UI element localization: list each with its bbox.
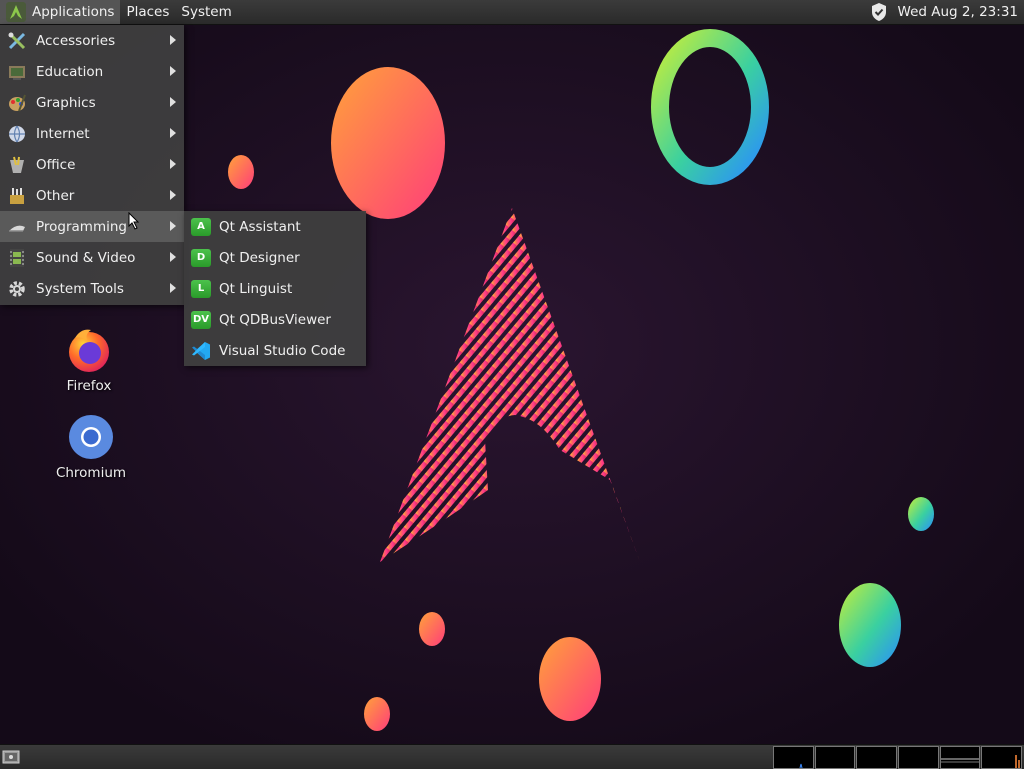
- disk-graph: [981, 746, 1023, 769]
- submenu-arrow-icon: [170, 35, 176, 45]
- menu-item-sound-video[interactable]: Sound & Video: [0, 242, 184, 273]
- menu-item-label: Accessories: [36, 32, 116, 49]
- office-icon: [7, 155, 27, 175]
- menu-item-label: Graphics: [36, 94, 96, 111]
- graphics-icon: [7, 93, 27, 113]
- submenu-arrow-icon: [170, 221, 176, 231]
- submenu-arrow-icon: [170, 252, 176, 262]
- menu-item-accessories[interactable]: Accessories: [0, 25, 184, 56]
- applications-menu-button[interactable]: Applications: [0, 0, 121, 24]
- places-label: Places: [126, 4, 170, 20]
- shield-icon[interactable]: [870, 2, 888, 22]
- qt-designer-icon: D: [191, 248, 211, 267]
- other-icon: [7, 186, 27, 206]
- qt-qdbusviewer-icon: DV: [191, 310, 211, 329]
- menu-item-office[interactable]: Office: [0, 149, 184, 180]
- sound-video-icon: [7, 248, 27, 268]
- qt-linguist-icon: L: [191, 279, 211, 298]
- internet-icon: [7, 124, 27, 144]
- menu-item-label: Office: [36, 156, 76, 173]
- submenu-arrow-icon: [170, 190, 176, 200]
- submenu-item-qt-assistant[interactable]: A Qt Assistant: [184, 211, 366, 242]
- submenu-item-qt-designer[interactable]: D Qt Designer: [184, 242, 366, 273]
- show-desktop-icon[interactable]: [2, 749, 20, 765]
- arch-logo-icon: [6, 2, 26, 22]
- education-icon: [7, 62, 27, 82]
- system-menu-button[interactable]: System: [175, 0, 237, 24]
- desktop-icon-label: Firefox: [66, 378, 112, 394]
- mouse-cursor-icon: [128, 212, 140, 230]
- menu-item-graphics[interactable]: Graphics: [0, 87, 184, 118]
- submenu-item-label: Qt Linguist: [219, 280, 293, 297]
- network-graph: [856, 746, 898, 769]
- menu-item-programming[interactable]: Programming: [0, 211, 184, 242]
- applications-label: Applications: [32, 4, 115, 20]
- submenu-arrow-icon: [170, 159, 176, 169]
- submenu-item-qt-qdbusviewer[interactable]: DV Qt QDBusViewer: [184, 304, 366, 335]
- menu-item-label: Programming: [36, 218, 127, 235]
- menu-item-system-tools[interactable]: System Tools: [0, 273, 184, 304]
- submenu-item-label: Qt Designer: [219, 249, 300, 266]
- programming-icon: [7, 217, 27, 237]
- system-label: System: [181, 4, 232, 20]
- menu-item-label: Internet: [36, 125, 90, 142]
- bottom-panel: [0, 744, 1024, 769]
- submenu-arrow-icon: [170, 97, 176, 107]
- memory-graph: [814, 746, 856, 769]
- menu-item-label: Other: [36, 187, 75, 204]
- load-graph: [939, 746, 981, 769]
- menu-item-label: Education: [36, 63, 104, 80]
- programming-submenu: A Qt Assistant D Qt Designer L Qt Lingui…: [184, 211, 366, 366]
- submenu-item-visual-studio-code[interactable]: Visual Studio Code: [184, 335, 366, 366]
- submenu-item-qt-linguist[interactable]: L Qt Linguist: [184, 273, 366, 304]
- vscode-icon: [191, 341, 211, 360]
- top-panel: Applications Places System Wed Aug 2, 23…: [0, 0, 1024, 25]
- menu-item-education[interactable]: Education: [0, 56, 184, 87]
- accessories-icon: [7, 31, 27, 51]
- submenu-item-label: Visual Studio Code: [219, 342, 346, 359]
- system-tools-icon: [7, 279, 27, 299]
- submenu-item-label: Qt Assistant: [219, 218, 301, 235]
- menu-item-label: System Tools: [36, 280, 124, 297]
- menu-item-label: Sound & Video: [36, 249, 136, 266]
- chromium-icon: [69, 415, 113, 459]
- desktop-icon-chromium[interactable]: Chromium: [46, 413, 136, 481]
- cpu-graph: [773, 746, 814, 769]
- places-menu-button[interactable]: Places: [120, 0, 175, 24]
- panel-tray: Wed Aug 2, 23:31: [870, 0, 1024, 24]
- system-monitor[interactable]: [773, 746, 1023, 769]
- desktop-icon-label: Chromium: [55, 465, 127, 481]
- menu-item-internet[interactable]: Internet: [0, 118, 184, 149]
- submenu-arrow-icon: [170, 128, 176, 138]
- desktop-icon-firefox[interactable]: Firefox: [44, 326, 134, 394]
- firefox-icon: [69, 329, 109, 372]
- applications-menu: Accessories Education Graphics Internet …: [0, 25, 184, 305]
- qt-assistant-icon: A: [191, 217, 211, 236]
- menu-item-other[interactable]: Other: [0, 180, 184, 211]
- submenu-arrow-icon: [170, 283, 176, 293]
- swap-graph: [898, 746, 939, 769]
- submenu-arrow-icon: [170, 66, 176, 76]
- clock[interactable]: Wed Aug 2, 23:31: [898, 4, 1018, 20]
- submenu-item-label: Qt QDBusViewer: [219, 311, 331, 328]
